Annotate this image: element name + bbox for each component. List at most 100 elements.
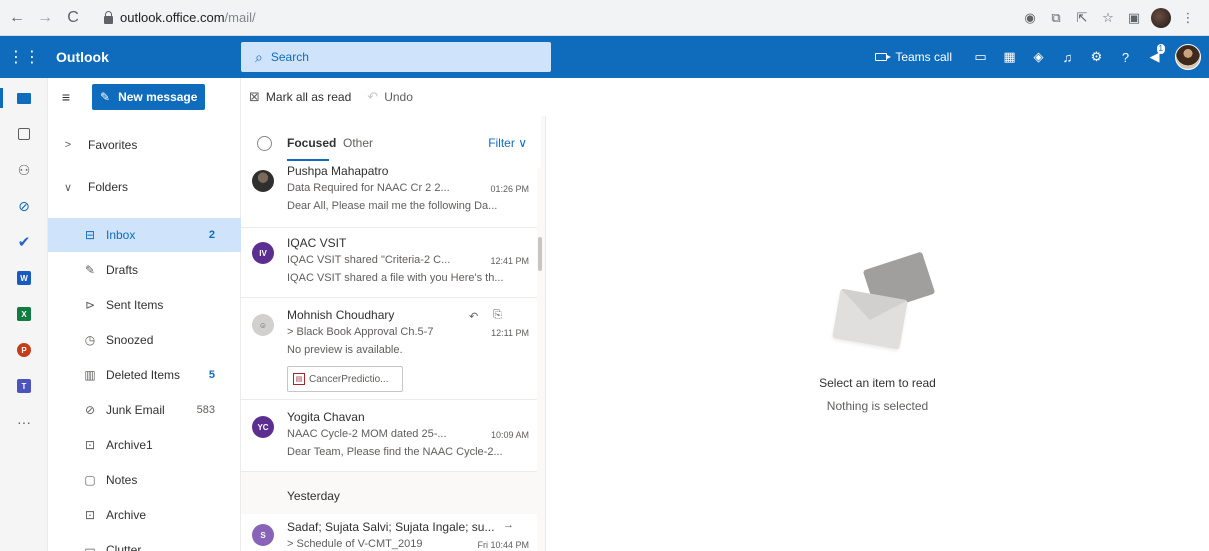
folder-label: Deleted Items — [106, 368, 181, 382]
reload-icon[interactable]: C — [62, 7, 84, 29]
message-subject: Data Required for NAAC Cr 2 2... — [287, 182, 450, 194]
rail-more[interactable]: ··· — [0, 404, 48, 440]
rail-todo[interactable]: ✔ — [0, 224, 48, 260]
reading-pane-title: Select an item to read — [819, 376, 936, 390]
address-bar[interactable]: outlook.office.com/mail/ — [96, 5, 264, 31]
bell-icon[interactable]: ♫ — [1053, 36, 1082, 78]
message-list-scrollbar[interactable] — [538, 168, 544, 551]
undo-button[interactable]: ↶ Undo — [367, 89, 413, 105]
paperclip-icon: ⎘ — [493, 309, 502, 321]
teams-call-button[interactable]: Teams call — [875, 50, 952, 64]
gear-icon[interactable]: ⚙ — [1082, 36, 1111, 78]
folders-header[interactable]: ∨ Folders — [48, 170, 241, 204]
rail-files[interactable]: ⊘ — [0, 188, 48, 224]
message-preview: No preview is available. — [287, 344, 403, 356]
favorites-header[interactable]: > Favorites — [48, 128, 241, 162]
bookmark-star-icon[interactable]: ☆ — [1095, 5, 1121, 31]
new-message-button[interactable]: ✎ New message — [92, 84, 206, 110]
rail-powerpoint[interactable]: P — [0, 332, 48, 368]
rail-mail[interactable] — [0, 80, 48, 116]
folder-icon: ▭ — [84, 543, 96, 551]
message-item[interactable]: ☺ Mohnish Choudhary ↶ ⎘ > Black Book App… — [241, 298, 537, 400]
help-icon[interactable]: ? — [1111, 36, 1140, 78]
rail-calendar[interactable] — [0, 116, 48, 152]
user-avatar[interactable] — [1175, 44, 1201, 70]
message-time: 10:09 AM — [490, 430, 529, 440]
folder-archive[interactable]: ⊡ Archive — [48, 498, 241, 532]
folder-inbox[interactable]: ⊟ Inbox 2 — [48, 218, 241, 252]
message-item[interactable]: Pushpa Mahapatro Data Required for NAAC … — [241, 164, 537, 228]
app-title[interactable]: Outlook — [56, 49, 109, 65]
hamburger-menu-icon[interactable]: ≡ — [48, 78, 84, 116]
message-subject: NAAC Cycle-2 MOM dated 25-... — [287, 428, 447, 440]
folder-snoozed[interactable]: ◷ Snoozed — [48, 323, 241, 357]
eye-icon[interactable]: ◉ — [1017, 5, 1043, 31]
folder-pane: ≡ ✎ New message > Favorites ∨ Folders ⊟ … — [48, 78, 241, 551]
message-item[interactable]: S Sadaf; Sujata Salvi; Sujata Ingale; su… — [241, 514, 537, 551]
mail-icon — [17, 92, 31, 104]
message-item[interactable]: YC Yogita Chavan NAAC Cycle-2 MOM dated … — [241, 400, 537, 472]
chat-icon[interactable]: ▭ — [966, 36, 995, 78]
junk-icon: ⊘ — [84, 403, 96, 417]
outlook-header: ⋮⋮ Outlook ⌕ Search Teams call ▭ ▦ ◈ ♫ ⚙… — [0, 36, 1209, 78]
folder-notes[interactable]: ▢ Notes — [48, 463, 241, 497]
browser-actions: ◉ ⧉ ⇱ ☆ ▣ ⋮ — [1017, 0, 1201, 36]
clock-icon: ◷ — [84, 333, 96, 347]
share-icon[interactable]: ⇱ — [1069, 5, 1095, 31]
folder-archive1[interactable]: ⊡ Archive1 — [48, 428, 241, 462]
rail-teams[interactable]: T — [0, 368, 48, 404]
search-icon: ⌕ — [255, 48, 263, 65]
group-header-yesterday: Yesterday — [241, 476, 537, 516]
install-app-icon[interactable]: ⧉ — [1043, 5, 1069, 31]
premium-icon[interactable]: ◈ — [1024, 36, 1053, 78]
attachment-chip[interactable]: ▤ CancerPredictio... — [287, 366, 403, 392]
browser-profile-avatar[interactable] — [1151, 8, 1171, 28]
excel-icon: X — [17, 307, 31, 321]
megaphone-icon[interactable]: ◀ 1 — [1140, 36, 1169, 78]
message-item[interactable]: IV IQAC VSIT IQAC VSIT shared "Criteria-… — [241, 228, 537, 298]
back-arrow-icon[interactable]: ← — [6, 7, 28, 29]
office-feed-icon[interactable]: ▦ — [995, 36, 1024, 78]
message-sender: Yogita Chavan — [287, 410, 365, 424]
rail-word[interactable]: W — [0, 260, 48, 296]
folder-junk-email[interactable]: ⊘ Junk Email 583 — [48, 393, 241, 427]
word-icon: W — [17, 271, 31, 285]
scrollbar-thumb[interactable] — [538, 237, 542, 271]
file-icon: ▤ — [293, 373, 305, 385]
message-subject: IQAC VSIT shared "Criteria-2 C... — [287, 254, 451, 266]
empty-envelopes-illustration — [828, 251, 938, 366]
app-launcher-icon[interactable]: ⋮⋮ — [0, 36, 48, 78]
folder-clutter[interactable]: ▭ Clutter — [48, 533, 241, 551]
folder-deleted-items[interactable]: ▥ Deleted Items 5 — [48, 358, 241, 392]
rail-excel[interactable]: X — [0, 296, 48, 332]
reply-icon[interactable]: ↶ — [469, 310, 478, 323]
sender-avatar: IV — [252, 242, 274, 264]
folder-label: Archive1 — [106, 438, 153, 452]
tab-focused[interactable]: Focused — [287, 136, 336, 161]
rail-people[interactable]: ⚇ — [0, 152, 48, 188]
compose-icon: ✎ — [100, 90, 111, 104]
message-sender: Sadaf; Sujata Salvi; Sujata Ingale; su..… — [287, 520, 495, 534]
folder-sent-items[interactable]: ⊳ Sent Items — [48, 288, 241, 322]
select-all-checkbox[interactable] — [257, 136, 272, 151]
forward-arrow-icon[interactable]: → — [34, 7, 56, 29]
folder-pane-top: ≡ ✎ New message — [48, 78, 241, 116]
outlook-app: ← → C outlook.office.com/mail/ ◉ ⧉ ⇱ ☆ ▣… — [0, 0, 1209, 551]
folder-count: 5 — [208, 369, 215, 381]
message-preview: Dear All, Please mail me the following D… — [287, 200, 498, 212]
command-bar: ⊠ Mark all as read ↶ Undo — [241, 78, 1209, 116]
message-subject: > Black Book Approval Ch.5-7 — [287, 326, 434, 338]
folder-drafts[interactable]: ✎ Drafts — [48, 253, 241, 287]
more-vertical-icon[interactable]: ⋮ — [1175, 5, 1201, 31]
tab-other[interactable]: Other — [343, 136, 373, 150]
filter-button[interactable]: Filter ∨ — [488, 136, 527, 150]
people-icon: ⚇ — [17, 161, 31, 178]
sidepanel-icon[interactable]: ▣ — [1121, 5, 1147, 31]
search-input[interactable]: ⌕ Search — [241, 42, 551, 72]
mark-all-read-button[interactable]: ⊠ Mark all as read — [249, 89, 351, 105]
sender-avatar: ☺ — [252, 314, 274, 336]
sender-avatar: YC — [252, 416, 274, 438]
message-time: 12:11 PM — [491, 328, 529, 338]
sender-avatar — [252, 170, 274, 192]
new-message-label: New message — [118, 90, 198, 104]
